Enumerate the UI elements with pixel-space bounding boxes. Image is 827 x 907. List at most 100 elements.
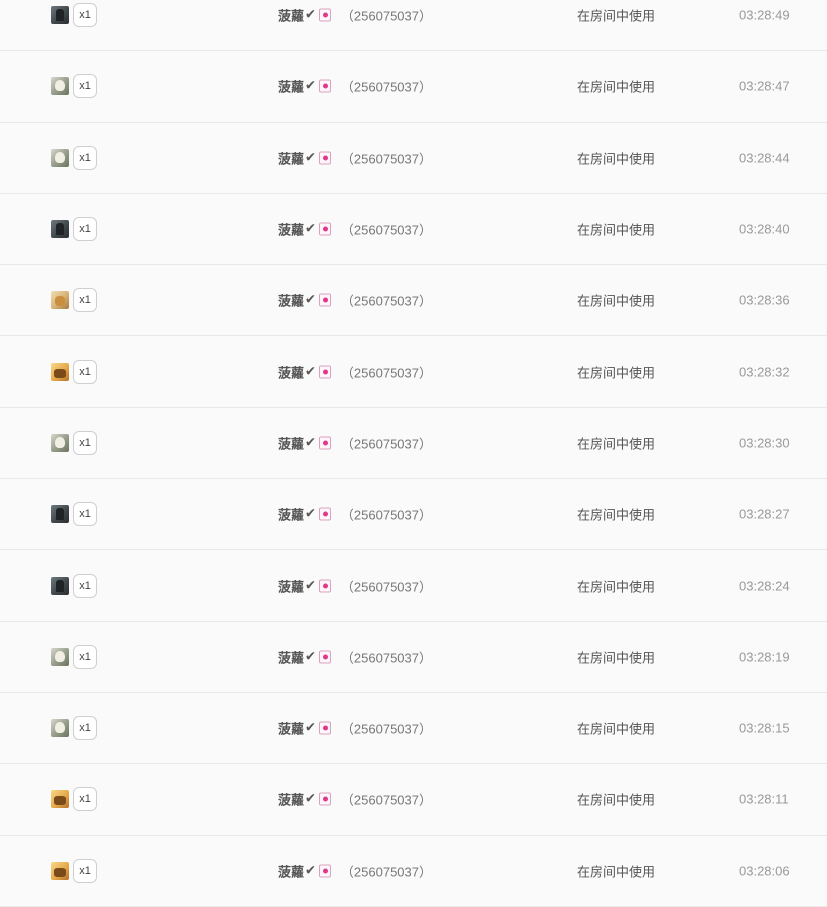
vip-badge-icon — [318, 151, 331, 165]
tan-animal-gift-icon — [51, 291, 69, 310]
user-name[interactable]: 菠蘿 — [278, 861, 304, 880]
timestamp: 03:28:30 — [739, 435, 790, 451]
user-name[interactable]: 菠蘿 — [278, 719, 304, 738]
user-cell: 菠蘿 ✔ （256075037） — [278, 861, 432, 880]
gift-cell: x1 — [51, 644, 97, 669]
table-row: x1 菠蘿 ✔ （256075037） 在房间中使用 03:28:27 — [0, 479, 827, 551]
timestamp: 03:28:44 — [739, 150, 790, 166]
verified-check-icon: ✔ — [305, 221, 316, 237]
verified-check-icon: ✔ — [305, 578, 316, 594]
table-row: x1 菠蘿 ✔ （256075037） 在房间中使用 03:28:36 — [0, 265, 827, 337]
user-cell: 菠蘿 ✔ （256075037） — [278, 291, 432, 310]
verified-check-icon: ✔ — [305, 863, 316, 879]
vip-badge-icon — [318, 864, 331, 878]
user-id: （256075037） — [340, 650, 432, 666]
timestamp: 03:28:06 — [739, 863, 790, 879]
verified-check-icon: ✔ — [305, 649, 316, 665]
verified-check-icon: ✔ — [305, 720, 316, 736]
table-row: x1 菠蘿 ✔ （256075037） 在房间中使用 03:28:19 — [0, 621, 827, 693]
verified-check-icon: ✔ — [305, 78, 316, 94]
user-cell: 菠蘿 ✔ （256075037） — [278, 220, 432, 239]
dark-figure-gift-icon — [51, 6, 69, 25]
dark-figure-gift-icon — [51, 576, 69, 595]
gift-count-badge: x1 — [73, 644, 97, 669]
user-name[interactable]: 菠蘿 — [278, 433, 304, 452]
gift-usage-list: x1 菠蘿 ✔ （256075037） 在房间中使用 03:28:49 x1 菠… — [0, 0, 827, 907]
user-cell: 菠蘿 ✔ （256075037） — [278, 505, 432, 524]
gift-cell: x1 — [51, 3, 97, 28]
usage-type: 在房间中使用 — [577, 508, 656, 524]
verified-check-icon: ✔ — [305, 150, 316, 166]
user-name[interactable]: 菠蘿 — [278, 6, 304, 25]
user-id: （256075037） — [340, 579, 432, 595]
gift-count-badge: x1 — [73, 288, 97, 313]
user-name[interactable]: 菠蘿 — [278, 790, 304, 809]
gift-cell: x1 — [51, 145, 97, 170]
user-cell: 菠蘿 ✔ （256075037） — [278, 77, 432, 96]
timestamp: 03:28:27 — [739, 506, 790, 522]
table-row: x1 菠蘿 ✔ （256075037） 在房间中使用 03:28:49 — [0, 0, 827, 52]
table-row: x1 菠蘿 ✔ （256075037） 在房间中使用 03:28:11 — [0, 764, 827, 836]
vip-badge-icon — [318, 650, 331, 664]
usage-type: 在房间中使用 — [577, 366, 656, 382]
gift-cell: x1 — [51, 573, 97, 598]
gift-cell: x1 — [51, 430, 97, 455]
user-id: （256075037） — [340, 222, 432, 238]
usage-type: 在房间中使用 — [577, 223, 656, 239]
vip-badge-icon — [318, 365, 331, 379]
verified-check-icon: ✔ — [305, 364, 316, 380]
usage-type: 在房间中使用 — [577, 9, 656, 25]
user-id: （256075037） — [340, 864, 432, 880]
white-animal-gift-icon — [51, 719, 69, 738]
verified-check-icon: ✔ — [305, 7, 316, 23]
vip-badge-icon — [318, 579, 331, 593]
usage-type: 在房间中使用 — [577, 865, 656, 881]
table-row: x1 菠蘿 ✔ （256075037） 在房间中使用 03:28:44 — [0, 122, 827, 194]
table-row: x1 菠蘿 ✔ （256075037） 在房间中使用 03:28:40 — [0, 193, 827, 266]
usage-type: 在房间中使用 — [577, 580, 656, 596]
user-id: （256075037） — [340, 721, 432, 737]
verified-check-icon: ✔ — [305, 292, 316, 308]
vip-badge-icon — [318, 507, 331, 521]
dark-figure-gift-icon — [51, 220, 69, 239]
verified-check-icon: ✔ — [305, 506, 316, 522]
timestamp: 03:28:40 — [739, 221, 790, 237]
vip-badge-icon — [318, 8, 331, 22]
table-row: x1 菠蘿 ✔ （256075037） 在房间中使用 03:28:15 — [0, 692, 827, 765]
user-id: （256075037） — [340, 151, 432, 167]
timestamp: 03:28:24 — [739, 578, 790, 594]
user-id: （256075037） — [340, 365, 432, 381]
verified-check-icon: ✔ — [305, 435, 316, 451]
user-name[interactable]: 菠蘿 — [278, 220, 304, 239]
usage-type: 在房间中使用 — [577, 152, 656, 168]
user-name[interactable]: 菠蘿 — [278, 77, 304, 96]
gold-animal-gift-icon — [51, 790, 69, 809]
gift-cell: x1 — [51, 716, 97, 741]
vip-badge-icon — [318, 721, 331, 735]
user-cell: 菠蘿 ✔ （256075037） — [278, 719, 432, 738]
user-name[interactable]: 菠蘿 — [278, 148, 304, 167]
user-name[interactable]: 菠蘿 — [278, 505, 304, 524]
gift-count-badge: x1 — [73, 716, 97, 741]
usage-type: 在房间中使用 — [577, 294, 656, 310]
usage-type: 在房间中使用 — [577, 437, 656, 453]
gift-count-badge: x1 — [73, 145, 97, 170]
timestamp: 03:28:36 — [739, 292, 790, 308]
table-row: x1 菠蘿 ✔ （256075037） 在房间中使用 03:28:30 — [0, 407, 827, 480]
usage-type: 在房间中使用 — [577, 80, 656, 96]
timestamp: 03:28:47 — [739, 78, 790, 94]
gift-cell: x1 — [51, 787, 97, 812]
gift-count-badge: x1 — [73, 502, 97, 527]
user-name[interactable]: 菠蘿 — [278, 291, 304, 310]
user-name[interactable]: 菠蘿 — [278, 576, 304, 595]
table-row: x1 菠蘿 ✔ （256075037） 在房间中使用 03:28:32 — [0, 336, 827, 408]
user-id: （256075037） — [340, 792, 432, 808]
user-cell: 菠蘿 ✔ （256075037） — [278, 6, 432, 25]
user-name[interactable]: 菠蘿 — [278, 647, 304, 666]
verified-check-icon: ✔ — [305, 791, 316, 807]
usage-type: 在房间中使用 — [577, 793, 656, 809]
user-name[interactable]: 菠蘿 — [278, 362, 304, 381]
usage-type: 在房间中使用 — [577, 651, 656, 667]
white-animal-gift-icon — [51, 148, 69, 167]
usage-type: 在房间中使用 — [577, 722, 656, 738]
